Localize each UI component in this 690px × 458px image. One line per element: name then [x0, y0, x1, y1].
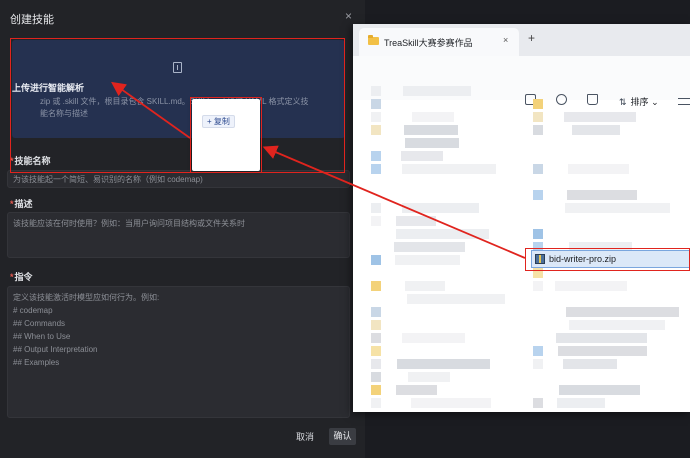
annotation-arrows [111, 81, 526, 259]
arrow-to-upload [111, 81, 191, 139]
arrow-to-popup [262, 145, 526, 259]
